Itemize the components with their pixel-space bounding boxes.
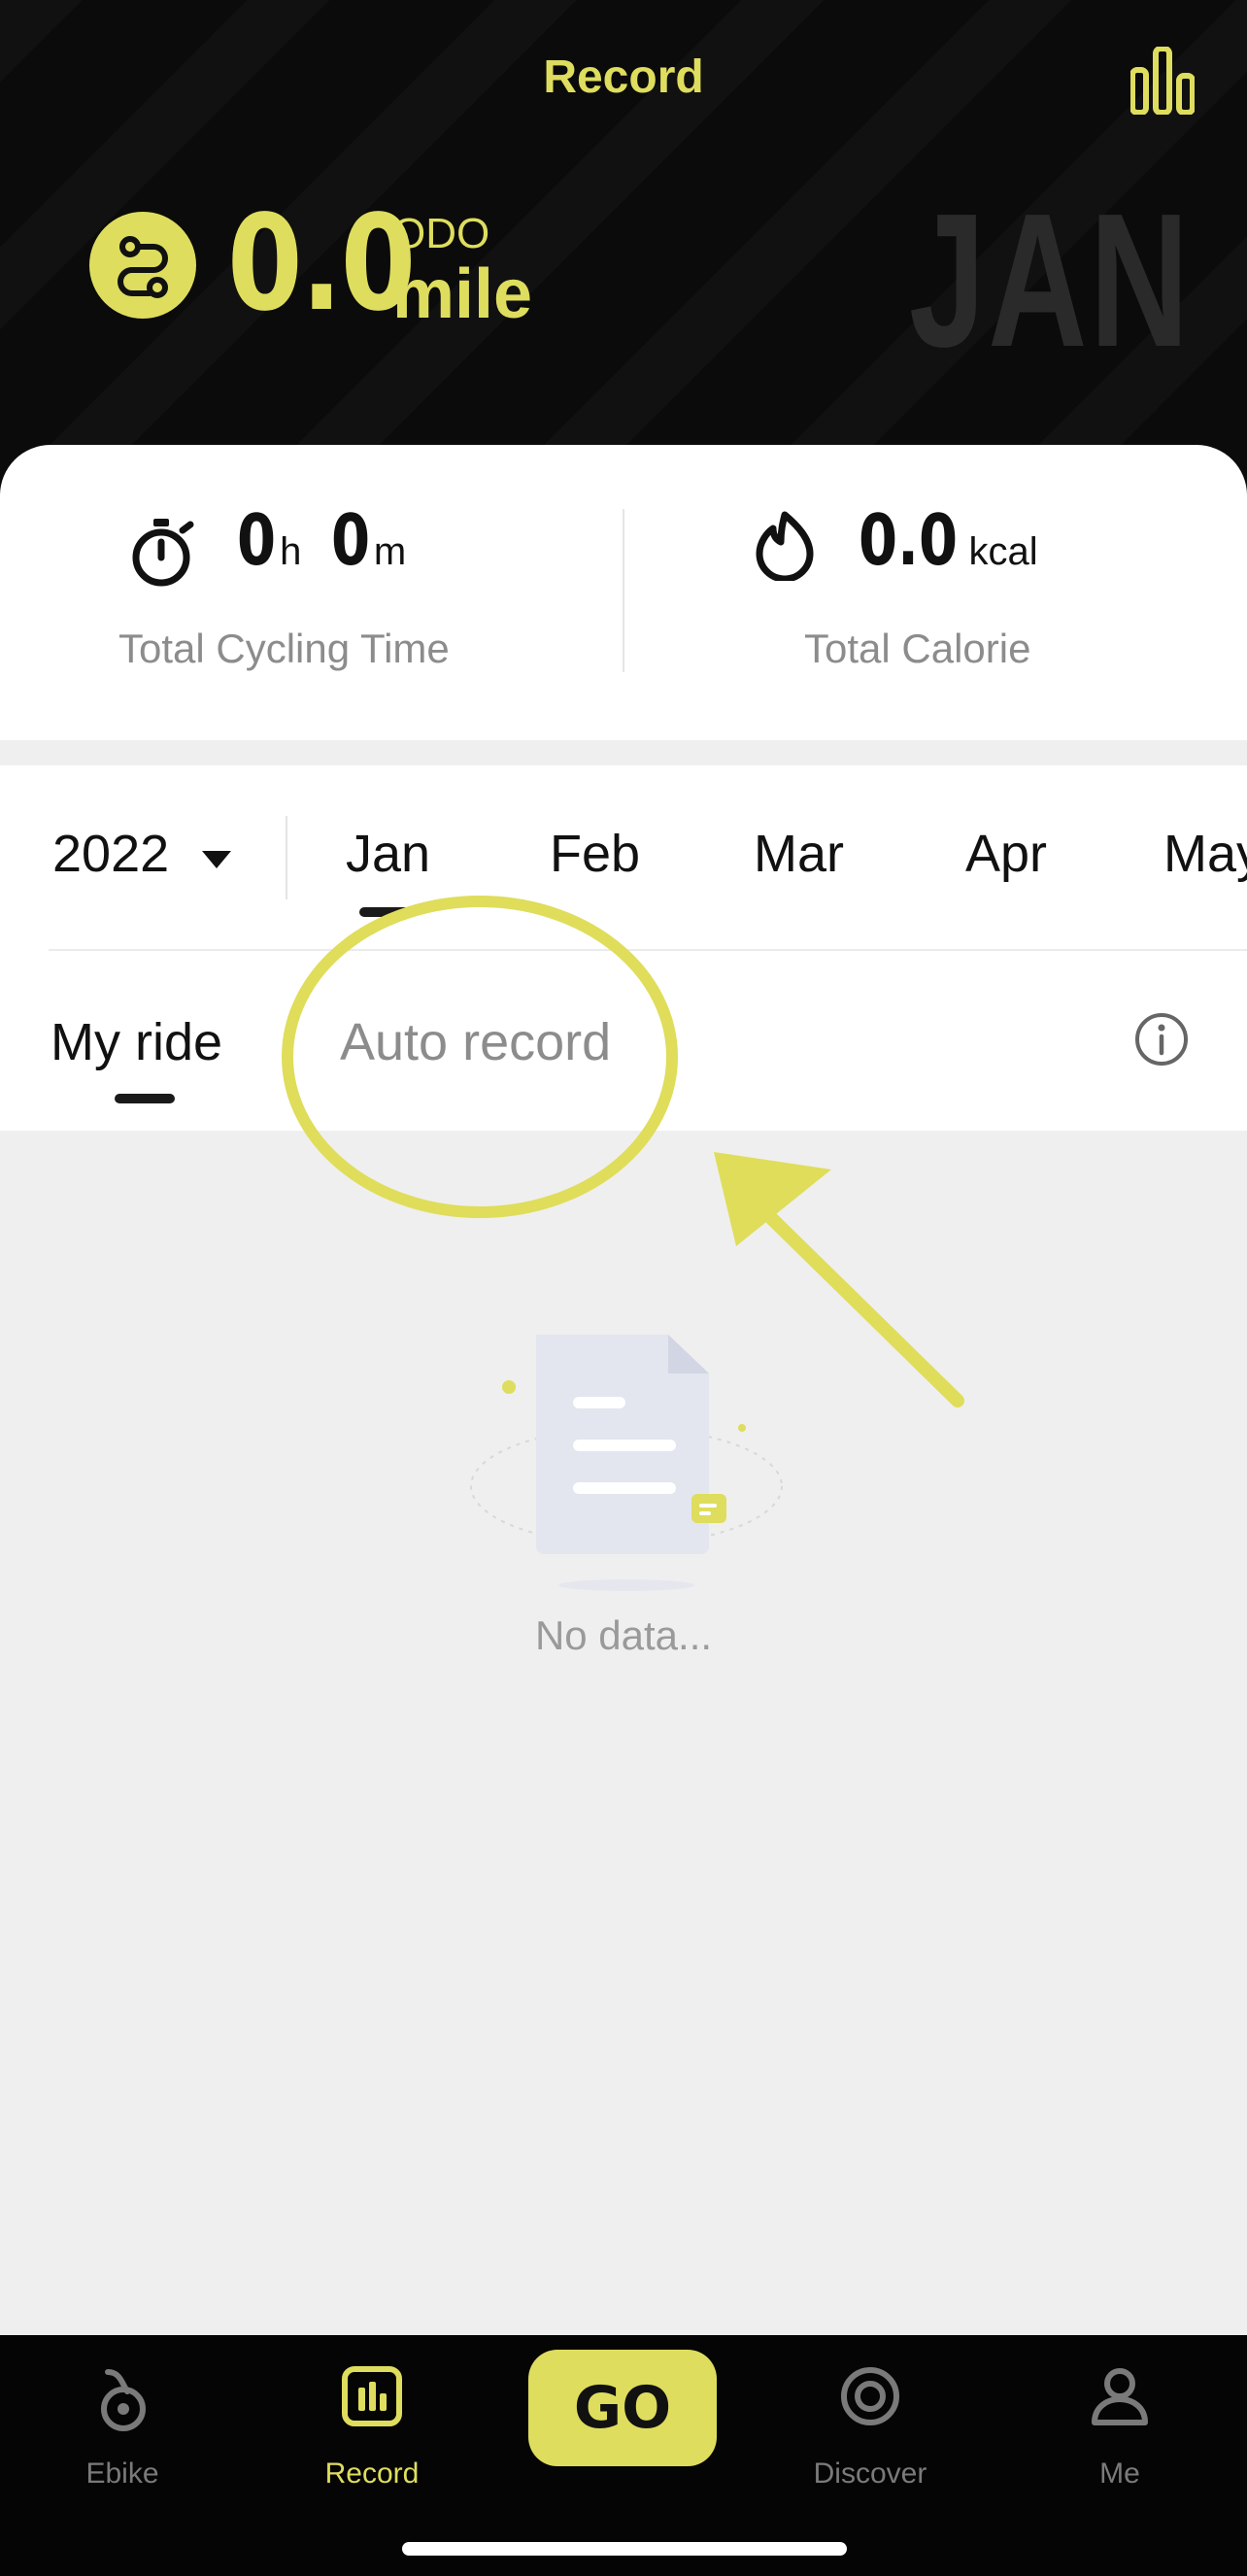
nav-record[interactable]: Record	[285, 2355, 459, 2500]
route-icon	[89, 212, 196, 319]
tab-my-ride[interactable]: My ride	[51, 1012, 222, 1072]
nav-me[interactable]: Me	[1032, 2355, 1207, 2500]
empty-state-text: No data...	[534, 1612, 713, 1658]
selected-tab-indicator	[115, 1094, 175, 1103]
minutes-value: 0	[330, 499, 370, 581]
odometer-label: ODO	[392, 210, 490, 257]
calorie-caption: Total Calorie	[804, 626, 1031, 671]
calorie-value-group: 0.0 kcal	[859, 499, 1038, 581]
divider	[286, 816, 287, 899]
selected-month-indicator	[359, 907, 416, 917]
bar-chart-icon[interactable]	[1129, 46, 1196, 116]
nav-ebike[interactable]: Ebike	[35, 2355, 210, 2500]
page-title: Record	[543, 51, 704, 103]
hours-unit: h	[280, 530, 302, 573]
divider	[623, 509, 624, 672]
person-icon	[1092, 2368, 1148, 2425]
pointer-arrow-line	[760, 1207, 964, 1407]
calorie-unit: kcal	[968, 530, 1038, 573]
nav-label: Record	[324, 2457, 420, 2490]
month-tab-feb[interactable]: Feb	[550, 824, 640, 884]
month-tab-apr[interactable]: Apr	[965, 824, 1047, 884]
summary-card: 0h 0m Total Cycling Time 0.0 kcal Total C…	[0, 445, 1247, 740]
ebike-icon	[101, 2369, 146, 2431]
cycling-time-caption: Total Cycling Time	[118, 626, 450, 671]
discover-icon	[841, 2367, 899, 2425]
nav-discover[interactable]: Discover	[783, 2355, 958, 2500]
stopwatch-icon	[128, 515, 198, 593]
nav-label: Me	[1099, 2457, 1140, 2490]
month-tab-jan[interactable]: Jan	[346, 824, 430, 884]
year-dropdown[interactable]: 2022	[52, 824, 169, 884]
nav-label: Discover	[813, 2457, 927, 2490]
odometer-value: 0.0	[227, 187, 416, 341]
go-button[interactable]: GO	[528, 2350, 717, 2466]
record-icon	[342, 2366, 402, 2426]
document-icon	[466, 1321, 787, 1612]
home-indicator	[402, 2542, 847, 2556]
flame-icon	[754, 507, 816, 586]
nav-label: Ebike	[85, 2457, 159, 2490]
odometer-unit: mile	[392, 255, 533, 333]
month-tab-mar[interactable]: Mar	[754, 824, 844, 884]
chevron-down-icon[interactable]	[202, 851, 231, 868]
calorie-value: 0.0	[859, 499, 959, 581]
info-icon[interactable]	[1134, 1012, 1189, 1067]
month-tab-may[interactable]: May	[1163, 824, 1247, 884]
filter-panel	[0, 765, 1247, 1131]
tab-auto-record[interactable]: Auto record	[340, 1012, 611, 1072]
cycling-time-value: 0h 0m	[237, 499, 406, 581]
bottom-navigation: Ebike Record GO Discover Me	[0, 2335, 1247, 2576]
record-header: Record 0.0 ODO mile JAN	[0, 0, 1247, 505]
minutes-unit: m	[373, 530, 407, 573]
month-watermark: JAN	[909, 174, 1192, 387]
pointer-arrow-head	[714, 1152, 831, 1246]
divider	[49, 949, 1247, 951]
hours-value: 0	[237, 499, 277, 581]
